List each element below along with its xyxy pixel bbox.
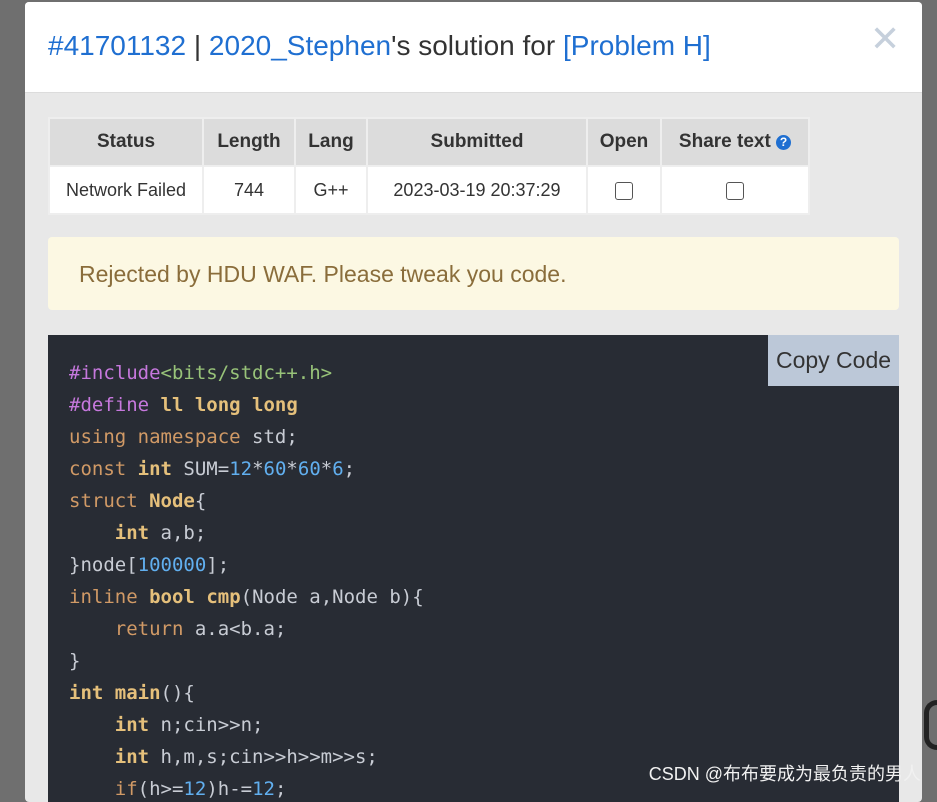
user-link[interactable]: 2020_Stephen xyxy=(209,30,391,61)
header-length: Length xyxy=(202,117,296,167)
open-checkbox[interactable] xyxy=(615,181,633,200)
code-line: const int SUM=12*60*60*6; xyxy=(69,458,356,480)
title-middle-text: 's solution for xyxy=(391,30,563,61)
code-block: Copy Code #include<bits/stdc++.h> #define… xyxy=(48,335,899,802)
header-share-text: Share text ? xyxy=(660,117,810,167)
edge-decoration xyxy=(924,700,937,750)
table-header-row: Status Length Lang Submitted Open Share … xyxy=(48,117,810,167)
help-icon[interactable]: ? xyxy=(776,135,792,150)
status-cell: Network Failed xyxy=(48,165,204,215)
table-row: Network Failed 744 G++ 2023-03-19 20:37:… xyxy=(48,165,810,215)
modal-header: #41701132 | 2020_Stephen's solution for … xyxy=(25,2,922,93)
code-line: #define ll long long xyxy=(69,394,298,416)
code-line: int main(){ xyxy=(69,682,195,704)
lang-cell: G++ xyxy=(294,165,368,215)
code-line: int h,m,s;cin>>h>>m>>s; xyxy=(114,746,378,768)
share-text-checkbox[interactable] xyxy=(726,181,744,200)
code-line: int n;cin>>n; xyxy=(114,714,264,736)
modal-title: #41701132 | 2020_Stephen's solution for … xyxy=(48,30,711,62)
problem-link[interactable]: [Problem H] xyxy=(563,30,711,61)
csdn-watermark: CSDN @布布要成为最负责的男人 xyxy=(648,764,921,784)
code-content: #include<bits/stdc++.h> #define ll long l… xyxy=(69,357,424,802)
code-line: inline bool cmp(Node a,Node b){ xyxy=(69,586,424,608)
header-open: Open xyxy=(586,117,662,167)
share-text-cell xyxy=(660,165,810,215)
code-line: return a.a<b.a; xyxy=(114,618,287,640)
alert-message: Rejected by HDU WAF. Please tweak you co… xyxy=(79,261,567,287)
solution-modal: #41701132 | 2020_Stephen's solution for … xyxy=(25,2,922,802)
code-line: int a,b; xyxy=(114,522,207,544)
copy-code-button[interactable]: Copy Code xyxy=(768,335,899,386)
submission-id-link[interactable]: #41701132 xyxy=(48,30,186,61)
waf-alert: Rejected by HDU WAF. Please tweak you co… xyxy=(48,237,899,310)
length-cell: 744 xyxy=(202,165,296,215)
submission-status-table: Status Length Lang Submitted Open Share … xyxy=(48,117,810,215)
code-line: struct Node{ xyxy=(69,490,207,512)
header-lang: Lang xyxy=(294,117,368,167)
close-icon[interactable]: ✕ xyxy=(870,21,900,57)
open-cell xyxy=(586,165,662,215)
code-line: }node[100000]; xyxy=(69,554,230,576)
code-line: } xyxy=(69,650,81,672)
title-separator: | xyxy=(186,30,209,61)
code-line: if(h>=12)h-=12; xyxy=(114,778,287,800)
code-line: using namespace std; xyxy=(69,426,298,448)
code-line: #include<bits/stdc++.h> xyxy=(69,362,333,384)
submitted-cell: 2023-03-19 20:37:29 xyxy=(366,165,588,215)
header-status: Status xyxy=(48,117,204,167)
header-submitted: Submitted xyxy=(366,117,588,167)
